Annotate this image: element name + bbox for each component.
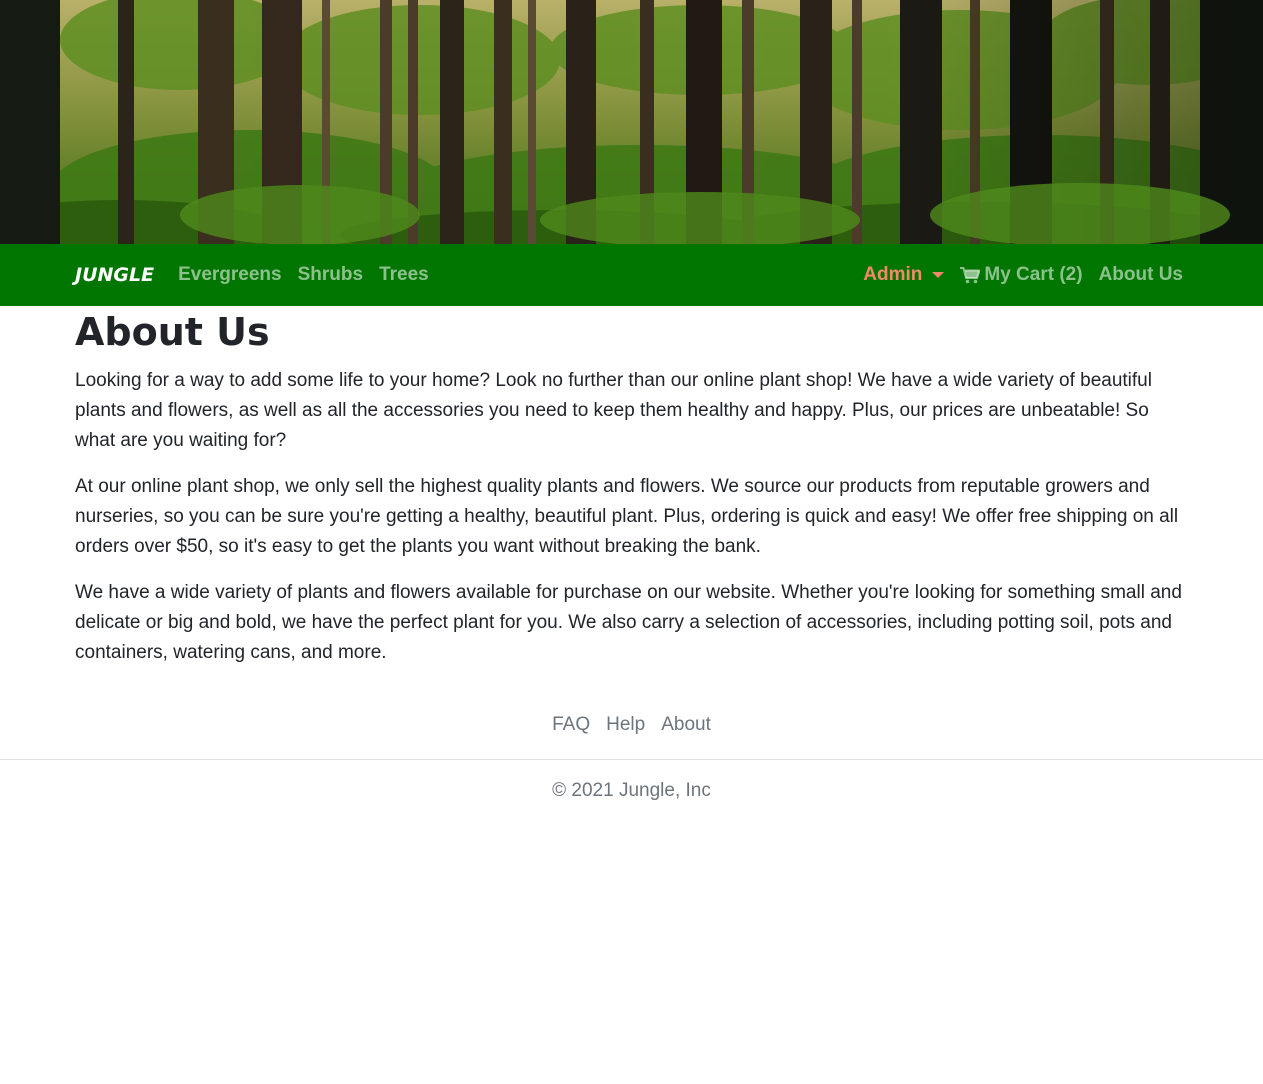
copyright-text: © 2021 Jungle, Inc — [552, 780, 711, 801]
my-cart-link[interactable]: My Cart (2) — [952, 264, 1090, 286]
about-paragraph-1: Looking for a way to add some life to yo… — [75, 370, 1152, 451]
footer-link-help[interactable]: Help — [598, 714, 653, 736]
main-navbar: JUNGLE Evergreens Shrubs Trees Admin My … — [0, 244, 1263, 306]
shopping-cart-icon — [960, 266, 981, 284]
nav-left-group: Evergreens Shrubs Trees — [178, 264, 437, 286]
nav-link-about-us[interactable]: About Us — [1091, 264, 1183, 286]
footer-link-about[interactable]: About — [653, 714, 719, 736]
nav-link-trees[interactable]: Trees — [371, 264, 437, 286]
nav-right-group: Admin My Cart (2) About Us — [855, 264, 1183, 286]
admin-label: Admin — [863, 264, 923, 285]
caret-down-icon — [932, 272, 945, 278]
forest-illustration — [0, 0, 1263, 244]
site-footer: FAQ Help About © 2021 Jungle, Inc — [0, 714, 1263, 802]
about-paragraph-2: At our online plant shop, we only sell t… — [75, 476, 1179, 557]
my-cart-label: My Cart (2) — [984, 264, 1083, 285]
footer-link-faq[interactable]: FAQ — [544, 714, 598, 736]
admin-dropdown-toggle[interactable]: Admin — [855, 264, 952, 286]
brand-logo[interactable]: JUNGLE — [75, 264, 154, 286]
about-paragraph-3: We have a wide variety of plants and flo… — [75, 582, 1182, 663]
page-title: About Us — [75, 310, 270, 354]
nav-link-evergreens[interactable]: Evergreens — [178, 264, 290, 286]
hero-forest-image — [0, 0, 1263, 244]
main-content: About Us Looking for a way to add some l… — [0, 308, 1263, 668]
nav-link-shrubs[interactable]: Shrubs — [290, 264, 371, 286]
footer-links: FAQ Help About — [0, 714, 1263, 760]
